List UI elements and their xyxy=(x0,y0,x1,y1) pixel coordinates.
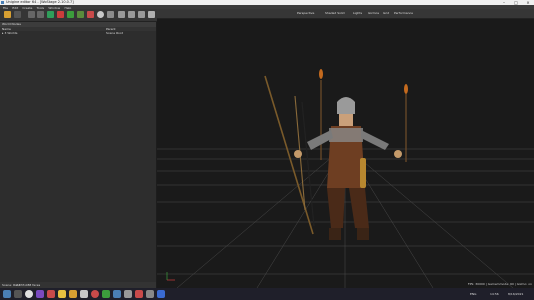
tree-row[interactable]: ▸ 3 Worlds Scene Root xyxy=(0,31,156,35)
view-perspective[interactable]: Perspective xyxy=(297,11,314,15)
move-icon[interactable] xyxy=(118,11,125,18)
weapon-staffs xyxy=(264,75,315,235)
view-shading[interactable]: Shaded Solid xyxy=(325,11,345,15)
open-folder-icon[interactable] xyxy=(4,11,11,18)
app10-icon[interactable] xyxy=(146,290,154,298)
viewport-3d[interactable]: Perspective Shaded Solid Lights Gizmos G… xyxy=(157,9,534,288)
view-lights[interactable]: Lights xyxy=(353,11,362,15)
snap-icon[interactable] xyxy=(148,11,155,18)
app3-icon[interactable] xyxy=(69,290,77,298)
app5-icon[interactable] xyxy=(91,290,99,298)
sphere-icon[interactable] xyxy=(97,11,104,18)
app-icon xyxy=(1,1,4,4)
delete-node-icon[interactable] xyxy=(57,11,64,18)
node-name: ▸ 3 Worlds xyxy=(2,31,18,35)
language-indicator[interactable]: ENG xyxy=(470,288,476,300)
file-explorer-icon[interactable] xyxy=(58,290,66,298)
view-grid[interactable]: Grid xyxy=(383,11,389,15)
scene-render xyxy=(157,69,534,288)
search-icon[interactable] xyxy=(14,290,22,298)
view-performance[interactable]: Performance xyxy=(394,11,413,15)
app6-icon[interactable] xyxy=(102,290,110,298)
world-nodes-panel: World Nodes Name Parent ▸ 3 Worlds Scene… xyxy=(0,22,157,288)
mesh-icon[interactable] xyxy=(67,11,74,18)
light-icon[interactable] xyxy=(87,11,94,18)
start-icon[interactable] xyxy=(3,290,11,298)
app4-icon[interactable] xyxy=(80,290,88,298)
taskbar: ENG 14:56 8/16/2021 xyxy=(0,288,534,300)
warrior-model xyxy=(294,97,402,240)
redo-icon[interactable] xyxy=(37,11,44,18)
viewport-status: FPS: 30000 | Gamemmode: 60 | Gizmo: on xyxy=(467,282,532,286)
app9-icon[interactable] xyxy=(135,290,143,298)
scale-icon[interactable] xyxy=(138,11,145,18)
app7-icon[interactable] xyxy=(113,290,121,298)
app8-icon[interactable] xyxy=(124,290,132,298)
spear-right xyxy=(404,84,408,162)
clock-date[interactable]: 8/16/2021 xyxy=(508,288,523,300)
node-parent: Scene Root xyxy=(106,31,123,35)
add-node-icon[interactable] xyxy=(47,11,54,18)
view-gizmos[interactable]: Gizmos xyxy=(368,11,379,15)
decal-icon[interactable] xyxy=(107,11,114,18)
unigine-icon[interactable] xyxy=(157,290,165,298)
taskview-icon[interactable] xyxy=(25,290,33,298)
terrain-icon[interactable] xyxy=(77,11,84,18)
clock-time[interactable]: 14:56 xyxy=(490,288,499,300)
axis-gizmo-icon xyxy=(166,272,175,281)
rotate-icon[interactable] xyxy=(128,11,135,18)
app2-icon[interactable] xyxy=(47,290,55,298)
save-icon[interactable] xyxy=(14,11,21,18)
undo-icon[interactable] xyxy=(28,11,35,18)
app1-icon[interactable] xyxy=(36,290,44,298)
spear-left xyxy=(319,69,323,160)
